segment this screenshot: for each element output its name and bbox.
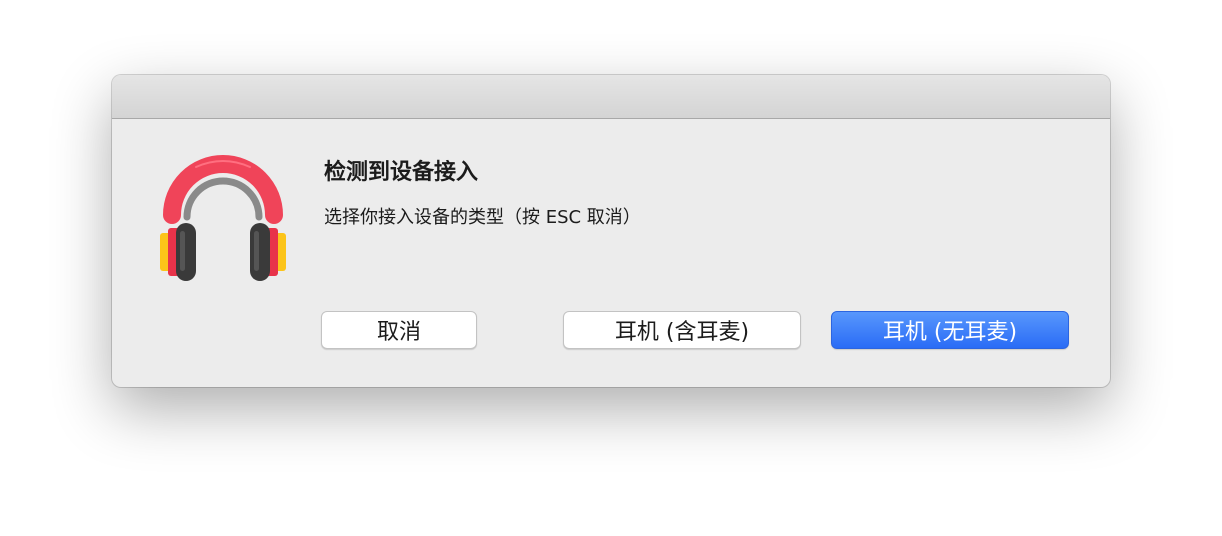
dialog-title: 检测到设备接入 xyxy=(324,160,479,185)
headphones-without-mic-button[interactable]: 耳机 (无耳麦) xyxy=(831,311,1069,349)
headphones-icon xyxy=(156,149,290,283)
cancel-button[interactable]: 取消 xyxy=(321,311,477,349)
title-bar xyxy=(112,75,1110,119)
dialog-message: 选择你接入设备的类型（按 ESC 取消） xyxy=(324,207,641,228)
device-dialog: 检测到设备接入 选择你接入设备的类型（按 ESC 取消） 取消 耳机 (含耳麦)… xyxy=(112,75,1110,387)
headphones-with-mic-button[interactable]: 耳机 (含耳麦) xyxy=(563,311,801,349)
